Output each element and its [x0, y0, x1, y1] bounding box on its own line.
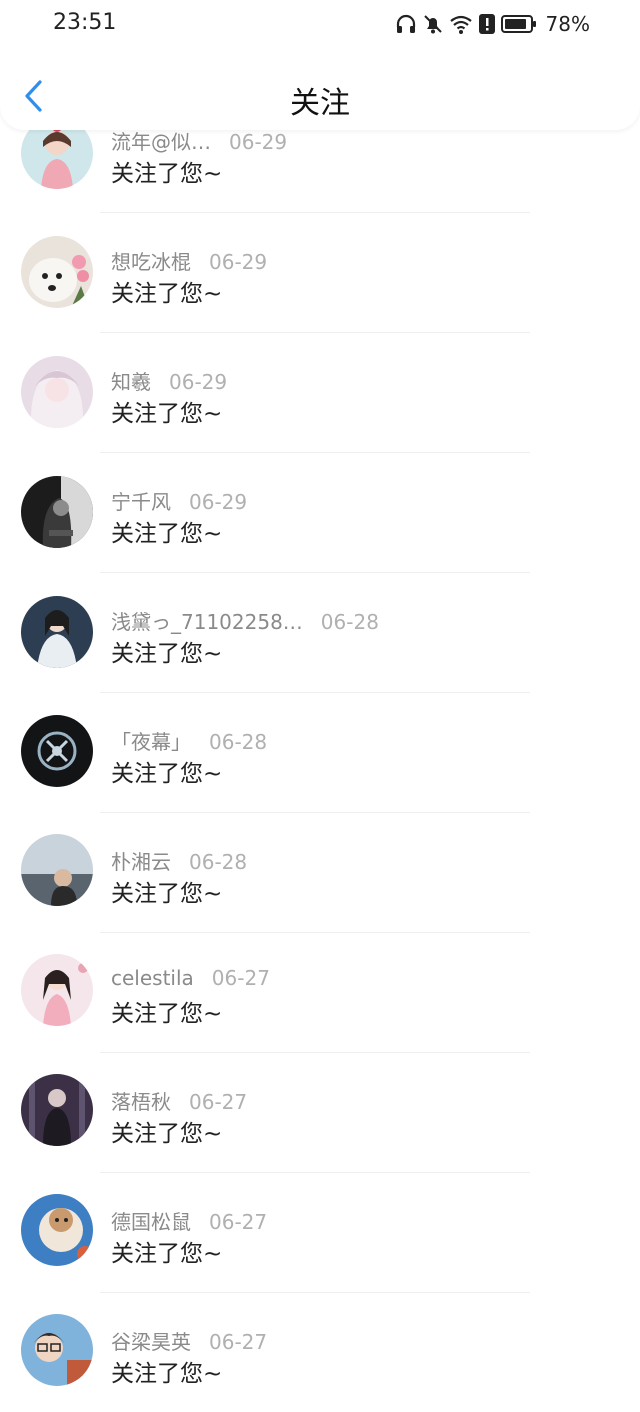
follow-date: 06-29	[229, 130, 288, 154]
username[interactable]: 朴湘云	[111, 850, 171, 874]
alert-icon	[478, 13, 496, 35]
follow-message: 关注了您~	[111, 281, 223, 307]
page-title: 关注	[290, 86, 350, 121]
follow-date: 06-27	[209, 1210, 268, 1234]
avatar[interactable]	[21, 1194, 93, 1266]
avatar[interactable]	[21, 954, 93, 1026]
follow-message: 关注了您~	[111, 641, 223, 667]
bell-muted-icon	[422, 13, 444, 35]
avatar[interactable]	[21, 834, 93, 906]
follow-date: 06-27	[211, 966, 270, 990]
follow-message: 关注了您~	[111, 761, 223, 787]
wifi-icon	[449, 13, 473, 35]
follow-date: 06-28	[320, 610, 379, 634]
list-item[interactable]: 浅黛っ_71102258… 06-28 关注了您~	[0, 572, 640, 693]
list-item[interactable]: 德国松鼠 06-27 关注了您~	[0, 1172, 640, 1293]
list-item[interactable]: 想吃冰棍 06-29 关注了您~	[0, 212, 640, 333]
username[interactable]: 想吃冰棍	[111, 250, 191, 274]
status-time: 23:51	[53, 10, 117, 35]
username[interactable]: 宁千风	[111, 490, 171, 514]
follow-message: 关注了您~	[111, 1241, 223, 1267]
avatar[interactable]	[21, 596, 93, 668]
avatar[interactable]	[21, 476, 93, 548]
follow-message: 关注了您~	[111, 1361, 223, 1387]
follow-message: 关注了您~	[111, 881, 223, 907]
battery-icon	[500, 13, 537, 35]
follow-date: 06-28	[209, 730, 268, 754]
username[interactable]: celestila	[111, 966, 194, 990]
avatar[interactable]	[21, 356, 93, 428]
list-item[interactable]: 知羲 06-29 关注了您~	[0, 332, 640, 453]
follow-date: 06-29	[189, 490, 248, 514]
follow-message: 关注了您~	[111, 1001, 223, 1027]
avatar[interactable]	[21, 715, 93, 787]
avatar[interactable]	[21, 1074, 93, 1146]
follow-message: 关注了您~	[111, 401, 223, 427]
follow-date: 06-29	[169, 370, 228, 394]
status-icons: 78%	[395, 12, 590, 36]
list-item[interactable]: 「夜幕」 06-28 关注了您~	[0, 692, 640, 813]
list-item[interactable]: 谷梁昊英 06-27 关注了您~	[0, 1292, 640, 1412]
header: 23:51 78% 关注	[0, 0, 640, 130]
avatar[interactable]	[21, 1314, 93, 1386]
nav-bar: 关注	[0, 62, 640, 130]
follow-date: 06-27	[189, 1090, 248, 1114]
username[interactable]: 落梧秋	[111, 1090, 171, 1114]
battery-level: 78%	[545, 12, 590, 36]
follow-date: 06-28	[189, 850, 248, 874]
username[interactable]: 德国松鼠	[111, 1210, 191, 1234]
status-bar: 23:51 78%	[0, 0, 640, 52]
list-item[interactable]: celestila 06-27 关注了您~	[0, 932, 640, 1053]
follow-message: 关注了您~	[111, 521, 223, 547]
list-item[interactable]: 朴湘云 06-28 关注了您~	[0, 812, 640, 933]
list-item[interactable]: 落梧秋 06-27 关注了您~	[0, 1052, 640, 1173]
follow-message: 关注了您~	[111, 1121, 223, 1147]
username[interactable]: 浅黛っ_71102258…	[111, 610, 303, 634]
headphones-icon	[395, 13, 417, 35]
username[interactable]: 流年@似…	[111, 130, 211, 154]
follow-message: 关注了您~	[111, 161, 223, 187]
username[interactable]: 「夜幕」	[111, 730, 191, 754]
follow-date: 06-29	[209, 250, 268, 274]
username[interactable]: 谷梁昊英	[111, 1330, 191, 1354]
list-item[interactable]: 宁千风 06-29 关注了您~	[0, 452, 640, 573]
follow-date: 06-27	[209, 1330, 268, 1354]
avatar[interactable]	[21, 236, 93, 308]
username[interactable]: 知羲	[111, 370, 151, 394]
